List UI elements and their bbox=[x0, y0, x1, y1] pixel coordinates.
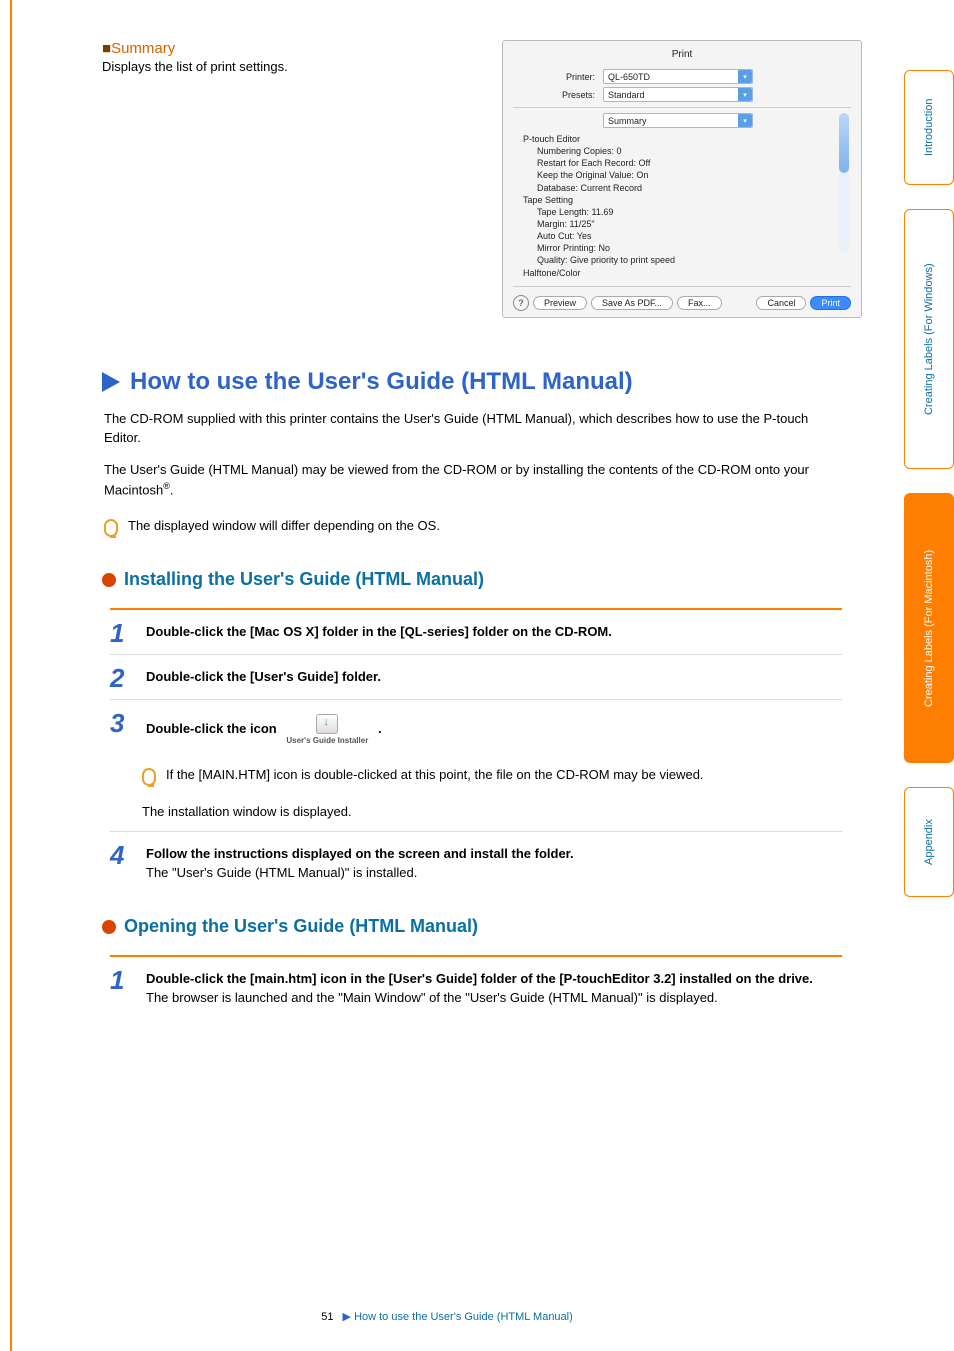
step-3-tip: If the [MAIN.HTM] icon is double-clicked… bbox=[166, 767, 704, 782]
square-bullet-icon: ■ bbox=[102, 40, 111, 57]
summary-heading: ■Summary bbox=[102, 40, 482, 57]
page-footer: 51 ▶ How to use the User's Guide (HTML M… bbox=[12, 1310, 882, 1323]
open-step-1-text: Double-click the [main.htm] icon in the … bbox=[146, 967, 842, 1005]
tab-appendix[interactable]: Appendix bbox=[904, 787, 954, 897]
installer-icon: User's Guide Installer bbox=[286, 714, 368, 745]
print-settings-list: P-touch Editor Numbering Copies: 0 Resta… bbox=[513, 131, 851, 281]
print-button[interactable]: Print bbox=[810, 296, 851, 310]
intro-paragraph-1: The CD-ROM supplied with this printer co… bbox=[104, 410, 844, 448]
save-as-pdf-button[interactable]: Save As PDF... bbox=[591, 296, 673, 310]
triangle-right-icon: ▶ bbox=[343, 1311, 351, 1323]
summary-description: Displays the list of print settings. bbox=[102, 59, 482, 74]
tab-creating-labels-macintosh[interactable]: Creating Labels (For Macintosh) bbox=[904, 493, 954, 763]
section-title: How to use the User's Guide (HTML Manual… bbox=[130, 368, 633, 396]
footer-link[interactable]: How to use the User's Guide (HTML Manual… bbox=[354, 1311, 573, 1323]
page-number: 51 bbox=[321, 1311, 333, 1323]
scrollbar[interactable] bbox=[839, 113, 849, 253]
fax-button[interactable]: Fax... bbox=[677, 296, 722, 310]
step-1-text: Double-click the [Mac OS X] folder in th… bbox=[146, 620, 842, 639]
print-dialog: Print Printer: QL-650TD ▾ Presets: Stand… bbox=[502, 40, 862, 318]
step-4-result: The "User's Guide (HTML Manual)" is inst… bbox=[146, 865, 842, 880]
installing-title: Installing the User's Guide (HTML Manual… bbox=[124, 569, 484, 590]
lightbulb-icon bbox=[142, 768, 156, 786]
tab-creating-labels-windows[interactable]: Creating Labels (For Windows) bbox=[904, 209, 954, 469]
tab-introduction[interactable]: Introduction bbox=[904, 70, 954, 185]
printer-label: Printer: bbox=[513, 72, 603, 82]
dropdown-arrow-icon: ▾ bbox=[738, 88, 752, 101]
step-3-text: Double-click the icon User's Guide Insta… bbox=[146, 710, 842, 745]
step-4-text: Follow the instructions displayed on the… bbox=[146, 842, 842, 880]
opening-title: Opening the User's Guide (HTML Manual) bbox=[124, 916, 478, 937]
step-number: 2 bbox=[110, 665, 136, 691]
dropdown-arrow-icon: ▾ bbox=[738, 70, 752, 83]
step-2-text: Double-click the [User's Guide] folder. bbox=[146, 665, 842, 684]
lightbulb-icon bbox=[104, 519, 118, 537]
circle-bullet-icon bbox=[102, 920, 116, 934]
preview-button[interactable]: Preview bbox=[533, 296, 587, 310]
presets-select[interactable]: Standard ▾ bbox=[603, 87, 753, 102]
step-3-result: The installation window is displayed. bbox=[110, 788, 842, 821]
scroll-thumb[interactable] bbox=[839, 113, 849, 173]
circle-bullet-icon bbox=[102, 573, 116, 587]
side-nav-tabs: Introduction Creating Labels (For Window… bbox=[904, 0, 954, 897]
print-dialog-title: Print bbox=[513, 49, 851, 66]
step-number: 4 bbox=[110, 842, 136, 868]
cancel-button[interactable]: Cancel bbox=[756, 296, 806, 310]
intro-paragraph-2: The User's Guide (HTML Manual) may be vi… bbox=[104, 461, 844, 500]
help-button[interactable]: ? bbox=[513, 295, 529, 311]
dropdown-arrow-icon: ▾ bbox=[738, 114, 752, 127]
step-number: 3 bbox=[110, 710, 136, 736]
tip-text: The displayed window will differ dependi… bbox=[128, 518, 440, 533]
printer-select[interactable]: QL-650TD ▾ bbox=[603, 69, 753, 84]
triangle-bullet-icon bbox=[102, 372, 120, 392]
step-number: 1 bbox=[110, 620, 136, 646]
step-number: 1 bbox=[110, 967, 136, 993]
open-step-1-result: The browser is launched and the "Main Wi… bbox=[146, 990, 842, 1005]
presets-label: Presets: bbox=[513, 90, 603, 100]
panel-select[interactable]: Summary ▾ bbox=[603, 113, 753, 128]
